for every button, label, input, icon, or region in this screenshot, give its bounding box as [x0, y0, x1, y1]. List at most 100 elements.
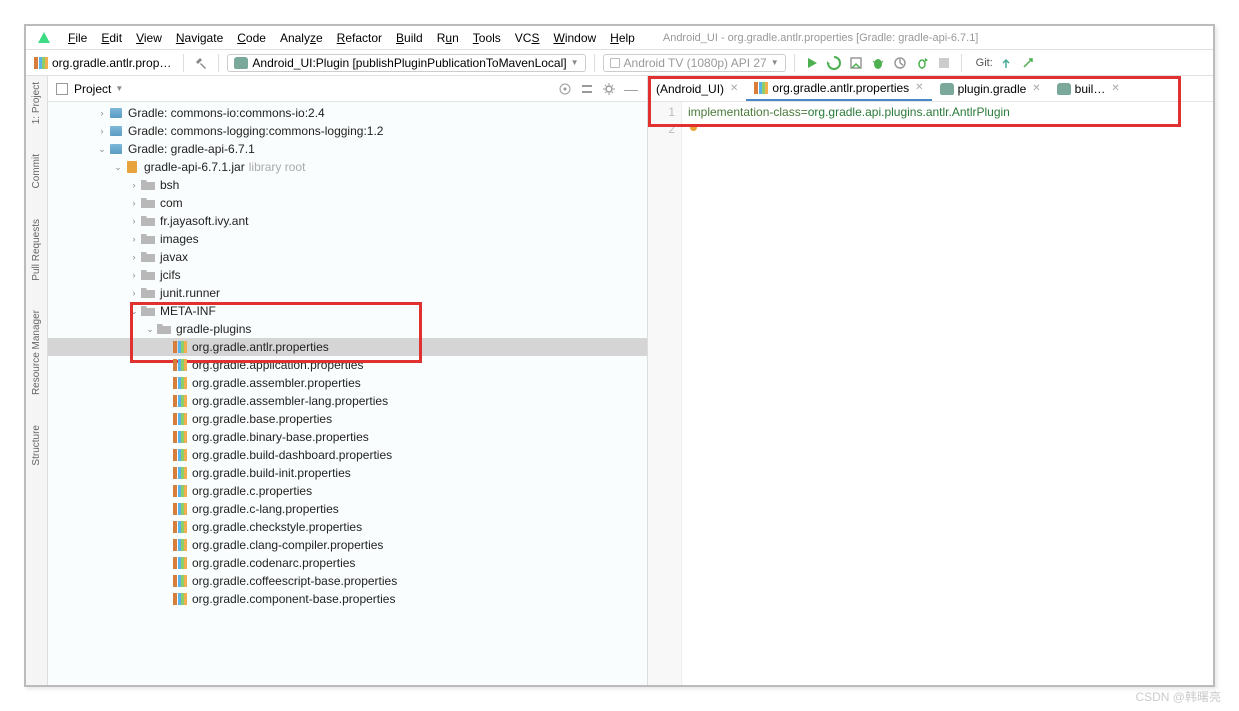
- code-area[interactable]: implementation-class=org.gradle.api.plug…: [682, 102, 1213, 685]
- menu-run[interactable]: Run: [431, 29, 465, 47]
- tree-row[interactable]: ›images: [48, 230, 647, 248]
- tree-row[interactable]: org.gradle.antlr.properties: [48, 338, 647, 356]
- breadcrumb[interactable]: org.gradle.antlr.prop…: [30, 56, 175, 70]
- select-opened-file-icon[interactable]: [557, 81, 573, 97]
- tree-row[interactable]: ⌄gradle-api-6.7.1.jarlibrary root: [48, 158, 647, 176]
- editor-tab[interactable]: org.gradle.antlr.properties ✕: [746, 76, 931, 101]
- menu-tools[interactable]: Tools: [467, 29, 507, 47]
- menu-analyze[interactable]: Analyze: [274, 29, 329, 47]
- tree-row[interactable]: ›fr.jayasoft.ivy.ant: [48, 212, 647, 230]
- tree-row[interactable]: ⌄gradle-plugins: [48, 320, 647, 338]
- menu-build[interactable]: Build: [390, 29, 429, 47]
- menu-code[interactable]: Code: [231, 29, 272, 47]
- tree-arrow-icon[interactable]: ›: [96, 126, 108, 136]
- tree-row[interactable]: org.gradle.clang-compiler.properties: [48, 536, 647, 554]
- tree-label: org.gradle.checkstyle.properties: [192, 520, 362, 534]
- close-tab-icon[interactable]: ✕: [730, 83, 738, 94]
- tree-row[interactable]: org.gradle.binary-base.properties: [48, 428, 647, 446]
- editor-body[interactable]: 1 2 implementation-class=org.gradle.api.…: [648, 102, 1213, 685]
- attach-debugger-icon[interactable]: [913, 54, 931, 72]
- project-view-selector[interactable]: Project ▼: [74, 82, 123, 96]
- tree-row[interactable]: org.gradle.coffeescript-base.properties: [48, 572, 647, 590]
- project-tree[interactable]: ›Gradle: commons-io:commons-io:2.4›Gradl…: [48, 102, 647, 685]
- menu-help[interactable]: Help: [604, 29, 641, 47]
- tool-tab-pull-requests[interactable]: Pull Requests: [31, 219, 42, 281]
- tree-row[interactable]: ›javax: [48, 248, 647, 266]
- warning-marker-icon[interactable]: [690, 124, 697, 131]
- tree-row[interactable]: org.gradle.checkstyle.properties: [48, 518, 647, 536]
- tree-arrow-icon[interactable]: ›: [128, 180, 140, 190]
- menu-view[interactable]: View: [130, 29, 168, 47]
- menu-navigate[interactable]: Navigate: [170, 29, 229, 47]
- editor-tab[interactable]: plugin.gradle✕: [932, 76, 1049, 101]
- tree-row[interactable]: org.gradle.codenarc.properties: [48, 554, 647, 572]
- git-update-icon[interactable]: [997, 54, 1015, 72]
- tree-label: org.gradle.codenarc.properties: [192, 556, 355, 570]
- editor-tab[interactable]: (Android_UI)✕: [648, 76, 746, 101]
- tree-row[interactable]: org.gradle.assembler.properties: [48, 374, 647, 392]
- folder-icon: [140, 214, 156, 228]
- tree-arrow-icon[interactable]: ⌄: [128, 306, 140, 317]
- close-tab-icon[interactable]: ✕: [1032, 83, 1040, 94]
- profile-icon[interactable]: [891, 54, 909, 72]
- device-icon: [610, 58, 620, 68]
- run-button[interactable]: [803, 54, 821, 72]
- tool-tab-resource-manager[interactable]: Resource Manager: [31, 310, 42, 395]
- close-tab-icon[interactable]: ✕: [915, 82, 923, 93]
- tree-row[interactable]: org.gradle.c.properties: [48, 482, 647, 500]
- tree-row[interactable]: org.gradle.build-dashboard.properties: [48, 446, 647, 464]
- tree-arrow-icon[interactable]: ⌄: [144, 324, 156, 335]
- expand-all-icon[interactable]: [579, 81, 595, 97]
- tree-row[interactable]: org.gradle.application.properties: [48, 356, 647, 374]
- tree-row[interactable]: org.gradle.component-base.properties: [48, 590, 647, 608]
- stop-icon[interactable]: [935, 54, 953, 72]
- tree-row[interactable]: org.gradle.build-init.properties: [48, 464, 647, 482]
- tree-row[interactable]: ›jcifs: [48, 266, 647, 284]
- tree-row[interactable]: › bsh: [48, 176, 647, 194]
- tree-row[interactable]: org.gradle.assembler-lang.properties: [48, 392, 647, 410]
- tool-tab-project[interactable]: 1: Project: [31, 82, 42, 124]
- device-selector[interactable]: Android TV (1080p) API 27 ▼: [603, 54, 786, 72]
- tree-arrow-icon[interactable]: ›: [96, 108, 108, 118]
- editor-tab-label: org.gradle.antlr.properties: [772, 81, 909, 95]
- breadcrumb-text: org.gradle.antlr.prop…: [52, 56, 171, 70]
- library-icon: [108, 124, 124, 138]
- tree-arrow-icon[interactable]: ⌄: [112, 162, 124, 173]
- tree-arrow-icon[interactable]: ›: [128, 216, 140, 226]
- toolbar: org.gradle.antlr.prop… Android_UI:Plugin…: [26, 50, 1213, 76]
- tree-row[interactable]: › Gradle: commons-logging:commons-logging…: [48, 122, 647, 140]
- menu-vcs[interactable]: VCS: [509, 29, 546, 47]
- tree-arrow-icon[interactable]: ›: [128, 270, 140, 280]
- close-tab-icon[interactable]: ✕: [1111, 83, 1119, 94]
- tree-row[interactable]: ›com: [48, 194, 647, 212]
- settings-gear-icon[interactable]: [601, 81, 617, 97]
- menu-refactor[interactable]: Refactor: [331, 29, 388, 47]
- debug-icon[interactable]: [869, 54, 887, 72]
- menu-file[interactable]: File: [62, 29, 93, 47]
- tree-arrow-icon[interactable]: ›: [128, 234, 140, 244]
- editor-tab[interactable]: buil…✕: [1049, 76, 1128, 101]
- tool-tab-structure[interactable]: Structure: [31, 425, 42, 466]
- tool-tab-commit[interactable]: Commit: [31, 154, 42, 188]
- git-commit-icon[interactable]: [1019, 54, 1037, 72]
- tree-row[interactable]: org.gradle.c-lang.properties: [48, 500, 647, 518]
- tree-row[interactable]: ⌄META-INF: [48, 302, 647, 320]
- tree-row[interactable]: ⌄Gradle: gradle-api-6.7.1: [48, 140, 647, 158]
- tree-row[interactable]: org.gradle.base.properties: [48, 410, 647, 428]
- tree-arrow-icon[interactable]: ⌄: [96, 144, 108, 155]
- apply-changes-icon[interactable]: [825, 54, 843, 72]
- tree-arrow-icon[interactable]: ›: [128, 252, 140, 262]
- menu-edit[interactable]: Edit: [95, 29, 128, 47]
- tree-arrow-icon[interactable]: ›: [128, 198, 140, 208]
- tree-label: Gradle: commons-logging:commons-logging:…: [128, 124, 383, 138]
- apply-code-icon[interactable]: [847, 54, 865, 72]
- run-config-selector[interactable]: Android_UI:Plugin [publishPluginPublicat…: [227, 54, 585, 72]
- tree-arrow-icon[interactable]: ›: [128, 288, 140, 298]
- tree-row[interactable]: ›Gradle: commons-io:commons-io:2.4: [48, 104, 647, 122]
- window-title: Android_UI - org.gradle.antlr.properties…: [663, 32, 979, 44]
- build-hammer-icon[interactable]: [192, 54, 210, 72]
- tree-row[interactable]: ›junit.runner: [48, 284, 647, 302]
- menu-window[interactable]: Window: [547, 29, 602, 47]
- hide-panel-icon[interactable]: —: [623, 81, 639, 97]
- tree-label: bsh: [160, 178, 179, 192]
